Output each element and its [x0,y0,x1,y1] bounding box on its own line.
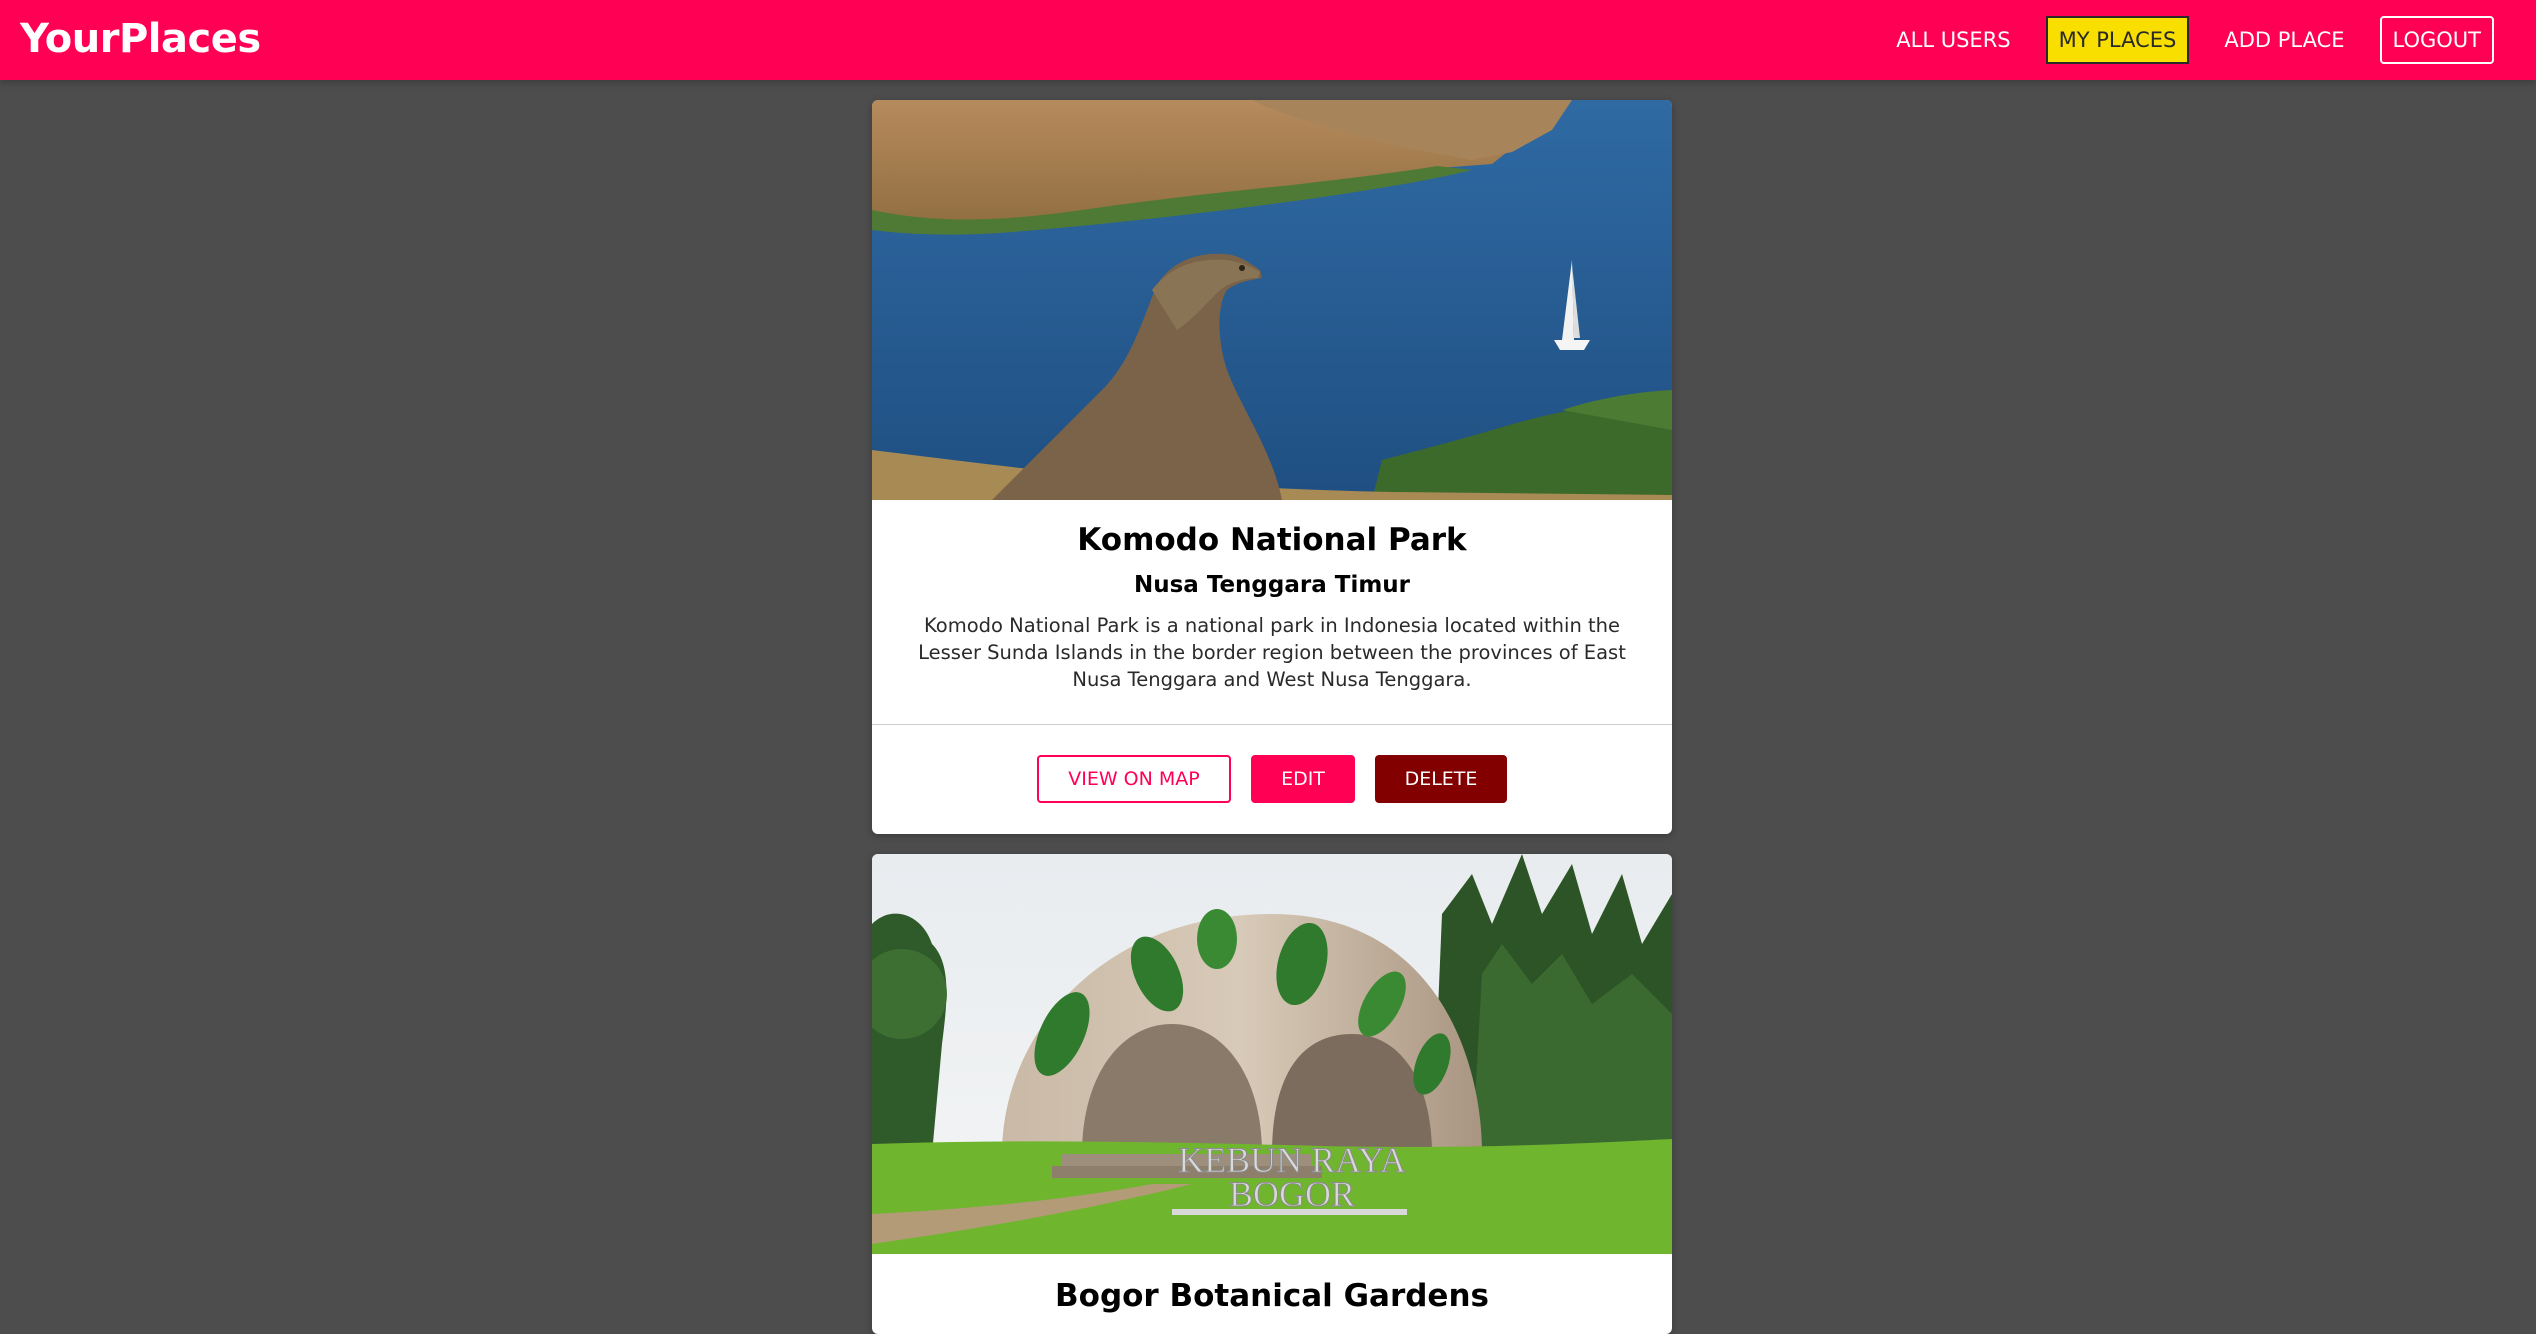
nav-add-place[interactable]: ADD PLACE [2211,16,2357,64]
card-divider [872,724,1672,725]
place-address: Nusa Tenggara Timur [1133,572,1411,598]
nav-my-places[interactable]: MY PLACES [2045,16,2190,64]
app-logo-title[interactable]: YourPlaces [20,16,261,62]
place-card: KEBUN RAYA BOGOR Bogor Botanical Gardens [872,854,1672,1334]
edit-button[interactable]: EDIT [1251,755,1355,803]
view-on-map-button[interactable]: VIEW ON MAP [1037,755,1231,803]
nav-all-users[interactable]: ALL USERS [1883,16,2023,64]
svg-text:BOGOR: BOGOR [1229,1174,1355,1214]
card-actions: VIEW ON MAP EDIT DELETE [872,755,1672,803]
place-image [872,100,1672,500]
place-image: KEBUN RAYA BOGOR [872,854,1672,1254]
place-card: Komodo National Park Nusa Tenggara Timur… [872,100,1672,834]
delete-button[interactable]: DELETE [1375,755,1507,803]
place-title: Komodo National Park [1077,522,1467,558]
logout-button[interactable]: LOGOUT [2379,16,2494,64]
main-navigation: ALL USERS MY PLACES ADD PLACE LOGOUT [1861,16,2494,64]
place-description: Komodo National Park is a national park … [918,614,1626,691]
place-title: Bogor Botanical Gardens [1055,1278,1489,1314]
main-header: YourPlaces ALL USERS MY PLACES ADD PLACE… [0,0,2536,80]
